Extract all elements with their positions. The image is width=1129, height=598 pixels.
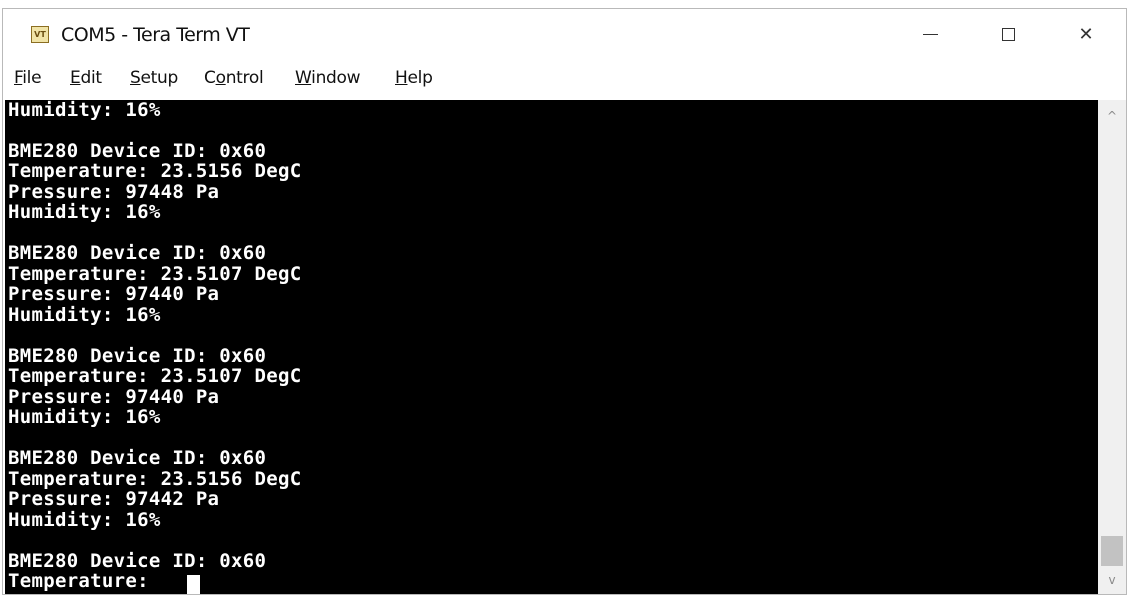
menu-file[interactable]: File	[14, 68, 42, 88]
terminal-line: Pressure: 97442 Pa	[8, 488, 220, 510]
terminal-line: Temperature: 23.5156 DegC	[8, 160, 302, 182]
menu-bar: File Edit Setup Control Window Help	[3, 64, 1126, 94]
terminal-line: BME280 Device ID: 0x60	[8, 345, 267, 367]
minimize-button[interactable]	[907, 17, 953, 51]
terminal-line: Temperature: 23.5107 DegC	[8, 365, 302, 387]
terminal-line: Humidity: 16%	[8, 201, 161, 223]
terminal-line: Pressure: 97440 Pa	[8, 283, 220, 305]
tera-term-app-icon[interactable]: VT	[31, 26, 49, 43]
terminal-line: Humidity: 16%	[8, 100, 161, 121]
title-bar[interactable]: VT COM5 - Tera Term VT ✕	[3, 9, 1126, 59]
terminal-line: Pressure: 97448 Pa	[8, 181, 220, 203]
menu-setup[interactable]: Setup	[130, 68, 178, 88]
tera-term-window: VT COM5 - Tera Term VT ✕ File Edit Setup…	[2, 8, 1127, 595]
menu-control[interactable]: Control	[204, 68, 264, 88]
scroll-up-arrow-icon[interactable]: ^	[1098, 106, 1126, 126]
window-title: COM5 - Tera Term VT	[61, 24, 250, 46]
terminal-line: Temperature: 23.5107 DegC	[8, 263, 302, 285]
menu-window[interactable]: Window	[295, 68, 361, 88]
terminal-output[interactable]: Humidity: 16% BME280 Device ID: 0x60 Tem…	[5, 100, 1098, 594]
terminal-line: Humidity: 16%	[8, 509, 161, 531]
maximize-icon	[1001, 27, 1015, 41]
vertical-scrollbar[interactable]: ^ v	[1098, 100, 1126, 594]
terminal-line: Humidity: 16%	[8, 304, 161, 326]
terminal-line: Humidity: 16%	[8, 406, 161, 428]
terminal-line: BME280 Device ID: 0x60	[8, 550, 267, 572]
menu-edit[interactable]: Edit	[70, 68, 102, 88]
terminal-line: BME280 Device ID: 0x60	[8, 447, 267, 469]
close-icon: ✕	[1078, 23, 1094, 44]
terminal-line: Temperature: 23.5156 DegC	[8, 468, 302, 490]
scroll-down-arrow-icon[interactable]: v	[1098, 570, 1126, 590]
minimize-icon	[922, 33, 938, 35]
terminal-line: BME280 Device ID: 0x60	[8, 140, 267, 162]
terminal-line: BME280 Device ID: 0x60	[8, 242, 267, 264]
text-cursor	[187, 575, 200, 594]
scrollbar-thumb[interactable]	[1101, 536, 1123, 566]
maximize-button[interactable]	[985, 17, 1031, 51]
terminal-line: Temperature:	[8, 570, 149, 592]
menu-help[interactable]: Help	[395, 68, 433, 88]
close-button[interactable]: ✕	[1063, 17, 1109, 51]
terminal-line: Pressure: 97440 Pa	[8, 386, 220, 408]
